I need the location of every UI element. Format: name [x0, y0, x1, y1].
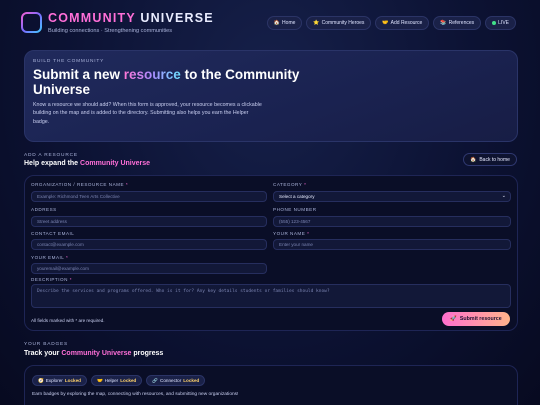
contact-email-input[interactable]: contact@example.com: [31, 239, 267, 250]
logo-icon[interactable]: [21, 12, 42, 33]
hero-kicker: BUILD THE COMMUNITY: [33, 59, 105, 64]
home-icon: 🏠: [273, 20, 281, 26]
badges-title: Track your Community Universe progress: [24, 350, 164, 357]
phone-label: PHONE NUMBER: [273, 207, 317, 212]
nav-references-button[interactable]: 📚 References: [433, 16, 482, 30]
category-label: CATEGORY *: [273, 182, 307, 187]
hero-title: Submit a new resource to the Community U…: [33, 67, 300, 97]
live-indicator[interactable]: LIVE: [485, 16, 516, 30]
star-icon: ⭐: [313, 20, 320, 26]
your-name-label: YOUR NAME *: [273, 231, 310, 236]
description-textarea[interactable]: Describe the services and programs offer…: [31, 284, 511, 308]
add-resource-kicker: ADD A RESOURCE: [24, 153, 78, 158]
badge-explorer[interactable]: 🧭 Explorer Locked: [32, 375, 87, 386]
your-name-input[interactable]: Enter your name: [273, 239, 511, 250]
hero-banner: BUILD THE COMMUNITY Submit a new resourc…: [24, 50, 518, 142]
org-name-label: ORGANIZATION / RESOURCE NAME *: [31, 182, 129, 187]
back-to-home-button[interactable]: 🏠 Back to home: [463, 153, 517, 166]
nav-community-heroes-button[interactable]: ⭐ Community Heroes: [306, 16, 372, 30]
handshake-icon: 🤝: [96, 377, 103, 383]
nav-home-button[interactable]: 🏠 Home: [266, 16, 303, 30]
contact-email-label: CONTACT EMAIL: [31, 231, 75, 236]
link-icon: 🔗: [152, 377, 159, 383]
tagline: Building connections · Strengthening com…: [48, 28, 173, 34]
badge-list: 🧭 Explorer Locked 🤝 Helper Locked 🔗 Conn…: [32, 375, 206, 386]
resource-form: ORGANIZATION / RESOURCE NAME * Example: …: [24, 175, 518, 331]
site-header: COMMUNITY UNIVERSE Building connections …: [0, 0, 540, 44]
org-name-input[interactable]: Example: Richmond Teen Arts Collective: [31, 191, 267, 202]
compass-icon: 🧭: [38, 377, 44, 383]
submit-resource-button[interactable]: 🚀 Submit resource: [442, 312, 510, 326]
add-resource-title: Help expand the Community Universe: [24, 160, 151, 167]
nav-add-resource-button[interactable]: 🤝 Add Resource: [375, 16, 430, 30]
live-dot-icon: [492, 21, 497, 25]
brand-title[interactable]: COMMUNITY UNIVERSE: [48, 11, 214, 25]
your-email-label: YOUR EMAIL *: [31, 255, 69, 260]
category-select[interactable]: Select a category ⌄: [273, 191, 511, 202]
badges-panel: 🧭 Explorer Locked 🤝 Helper Locked 🔗 Conn…: [24, 365, 518, 405]
badge-connector[interactable]: 🔗 Connector Locked: [146, 375, 206, 386]
handshake-icon: 🤝: [382, 20, 389, 26]
chevron-down-icon: ⌄: [501, 193, 506, 199]
address-input[interactable]: Street address: [31, 216, 267, 227]
top-nav: 🏠 Home ⭐ Community Heroes 🤝 Add Resource…: [266, 16, 516, 30]
badges-description: Earn badges by exploring the map, connec…: [32, 392, 239, 397]
badges-kicker: YOUR BADGES: [24, 342, 68, 347]
phone-input[interactable]: (555) 123-4567: [273, 216, 511, 227]
books-icon: 📚: [440, 20, 447, 26]
rocket-icon: 🚀: [450, 316, 457, 322]
badge-helper[interactable]: 🤝 Helper Locked: [90, 375, 143, 386]
address-label: ADDRESS: [31, 207, 57, 212]
hero-description: Know a resource we should add? When this…: [33, 102, 262, 125]
required-note: All fields marked with * are required.: [31, 318, 105, 323]
home-icon: 🏠: [470, 156, 477, 163]
description-label: DESCRIPTION *: [31, 277, 72, 282]
your-email-input[interactable]: youremail@example.com: [31, 263, 267, 274]
